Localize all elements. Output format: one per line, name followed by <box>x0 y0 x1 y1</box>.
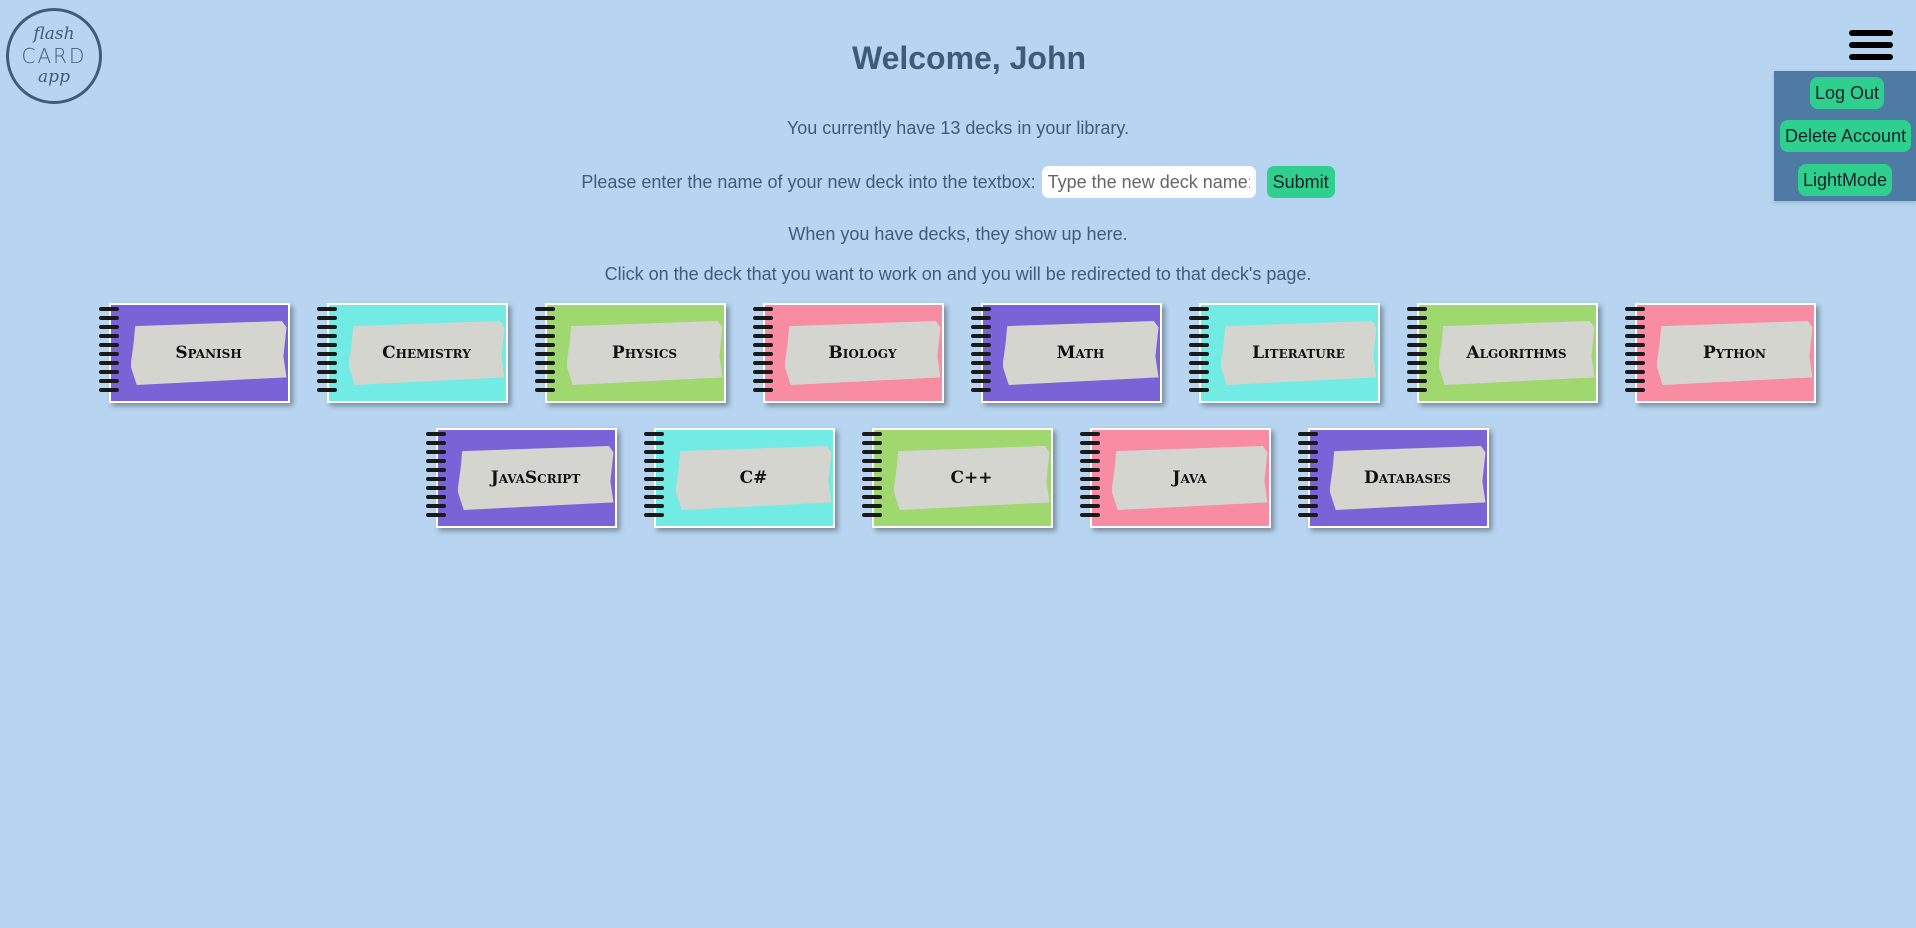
spiral-binding-icon <box>970 307 995 403</box>
spiral-binding-icon <box>425 432 450 528</box>
deck-tile[interactable]: C# <box>643 428 837 530</box>
deck-tile[interactable]: Python <box>1624 303 1818 405</box>
decks-note-text: When you have decks, they show up here. <box>788 224 1128 244</box>
deck-tile[interactable]: Algorithms <box>1406 303 1600 405</box>
deck-row-2: JavaScript C# C++ Java Databases <box>0 428 1916 530</box>
hamburger-menu-icon[interactable] <box>1849 30 1893 62</box>
spiral-binding-icon <box>1406 307 1431 403</box>
new-deck-form: Please enter the name of your new deck i… <box>0 166 1916 198</box>
deck-name-label: Algorithms <box>1438 321 1595 385</box>
deck-name-label: C++ <box>893 446 1050 510</box>
deck-tile[interactable]: Java <box>1079 428 1273 530</box>
deck-name-label: Java <box>1111 446 1268 510</box>
deck-tile[interactable]: C++ <box>861 428 1055 530</box>
spiral-binding-icon <box>1297 432 1322 528</box>
deck-name-label: Spanish <box>130 321 287 385</box>
deck-tile[interactable]: Chemistry <box>316 303 510 405</box>
deck-name-label: Literature <box>1220 321 1377 385</box>
deck-name-label: C# <box>675 446 832 510</box>
deck-tile[interactable]: Biology <box>752 303 946 405</box>
spiral-binding-icon <box>534 307 559 403</box>
deck-name-label: Math <box>1002 321 1159 385</box>
click-deck-instruction: Click on the deck that you want to work … <box>604 264 1312 284</box>
spiral-binding-icon <box>643 432 668 528</box>
light-mode-button[interactable]: LightMode <box>1798 164 1893 196</box>
deck-tile[interactable]: Databases <box>1297 428 1491 530</box>
deck-name-label: Chemistry <box>348 321 505 385</box>
deck-name-label: Biology <box>784 321 941 385</box>
spiral-binding-icon <box>1079 432 1104 528</box>
deck-name-label: Physics <box>566 321 723 385</box>
deck-tile[interactable]: Physics <box>534 303 728 405</box>
spiral-binding-icon <box>316 307 341 403</box>
deck-tile[interactable]: Spanish <box>98 303 292 405</box>
submit-button[interactable]: Submit <box>1266 166 1335 198</box>
deck-name-label: Python <box>1656 321 1813 385</box>
account-menu-panel: Log Out Delete Account LightMode <box>1774 71 1916 201</box>
page-title: Welcome, John <box>851 40 1087 76</box>
deck-row-1: Spanish Chemistry Physics Biology Math Litera… <box>0 303 1916 405</box>
deck-tile[interactable]: JavaScript <box>425 428 619 530</box>
deck-name-label: JavaScript <box>457 446 614 510</box>
spiral-binding-icon <box>98 307 123 403</box>
deck-count-text: You currently have 13 decks in your libr… <box>786 118 1130 138</box>
new-deck-name-input[interactable] <box>1041 166 1256 198</box>
spiral-binding-icon <box>1624 307 1649 403</box>
spiral-binding-icon <box>1188 307 1213 403</box>
log-out-button[interactable]: Log Out <box>1810 77 1885 109</box>
spiral-binding-icon <box>752 307 777 403</box>
deck-tile[interactable]: Math <box>970 303 1164 405</box>
spiral-binding-icon <box>861 432 886 528</box>
deck-name-label: Databases <box>1329 446 1486 510</box>
new-deck-prompt-label: Please enter the name of your new deck i… <box>581 171 1036 192</box>
deck-tile[interactable]: Literature <box>1188 303 1382 405</box>
delete-account-button[interactable]: Delete Account <box>1780 120 1912 152</box>
